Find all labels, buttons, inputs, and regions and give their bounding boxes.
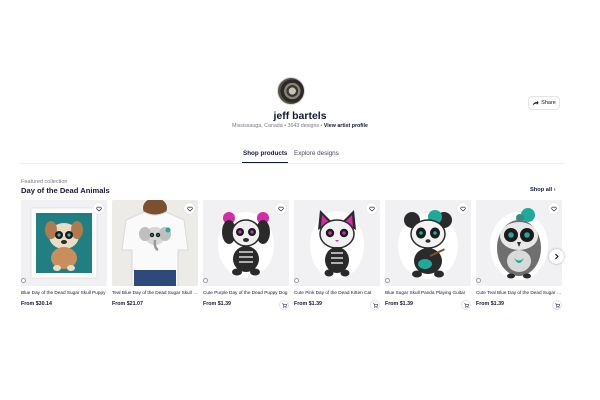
product-price: From $30.14 [21,301,52,307]
cart-icon [372,302,378,308]
product-price: From $1.39 [203,301,231,307]
share-icon [532,100,539,106]
sticker-owl-image [476,200,562,286]
t-shirt-elephant-image [112,200,198,286]
cart-icon [281,302,287,308]
favorite-button[interactable] [366,203,377,214]
tab-shop-products[interactable]: Shop products [242,150,289,163]
add-to-cart-button[interactable] [279,300,289,310]
artist-name: jeff bartels [273,110,327,122]
color-option-dot[interactable] [21,278,26,283]
product-card[interactable]: Cute Purple Day of the Dead Puppy Dog Fr… [203,200,289,313]
add-to-cart-button[interactable] [552,300,562,310]
sticker-kitten-image [294,200,380,286]
chevron-right-icon: › [553,187,556,193]
product-price: From $1.39 [294,301,322,307]
shop-all-link[interactable]: Shop all › [530,187,556,193]
collection-label: Featured collection [21,179,68,185]
heart-icon [368,206,375,212]
add-to-cart-button[interactable] [461,300,471,310]
shop-all-label: Shop all [530,187,553,193]
product-image[interactable] [476,200,562,286]
product-title[interactable]: Blue Sugar Skull Panda Playing Guitar [385,290,471,295]
product-price: From $21.07 [112,301,143,307]
product-image[interactable] [294,200,380,286]
heart-icon [550,206,557,212]
color-option-dot[interactable] [203,278,208,283]
favorite-button[interactable] [184,203,195,214]
product-card[interactable]: Blue Day of the Dead Sugar Skull Puppy F… [21,200,107,313]
cart-icon [463,302,469,308]
chevron-right-icon [555,253,559,260]
product-title[interactable]: Teal Blue Day of the Dead Sugar Skull El… [112,290,198,295]
artist-meta: Mississauga, Canada • 3643 designs • Vie… [0,123,600,129]
favorite-button[interactable] [275,203,286,214]
heart-icon [95,206,102,212]
product-image[interactable] [203,200,289,286]
meta-separator: • [284,123,287,129]
artist-avatar[interactable] [277,77,305,105]
color-option-dot[interactable] [294,278,299,283]
sticker-panda-image [385,200,471,286]
share-button[interactable]: Share [528,96,560,110]
heart-icon [186,206,193,212]
product-image[interactable] [21,200,107,286]
favorite-button[interactable] [93,203,104,214]
collection-title: Day of the Dead Animals [21,186,110,195]
product-price: From $1.39 [476,301,504,307]
cart-icon [554,302,560,308]
product-title[interactable]: Cute Teal Blue Day of the Dead Sugar Sku… [476,290,562,295]
tab-explore-designs[interactable]: Explore designs [294,150,339,163]
heart-icon [277,206,284,212]
heart-icon [459,206,466,212]
tab-bar: Shop products Explore designs [0,150,600,164]
product-image[interactable] [112,200,198,286]
favorite-button[interactable] [548,203,559,214]
product-title[interactable]: Blue Day of the Dead Sugar Skull Puppy [21,290,107,295]
add-to-cart-button[interactable] [370,300,380,310]
framed-print-puppy-image [21,200,107,286]
product-title[interactable]: Cute Pink Day of the Dead Kitten Cat [294,290,380,295]
artist-location: Mississauga, Canada [232,123,283,129]
view-artist-profile-link[interactable]: View artist profile [324,123,368,129]
meta-separator: • [320,123,323,129]
color-option-dot[interactable] [385,278,390,283]
product-title[interactable]: Cute Purple Day of the Dead Puppy Dog [203,290,289,295]
artist-design-count: 3643 designs [287,123,320,129]
product-card[interactable]: Blue Sugar Skull Panda Playing Guitar Fr… [385,200,471,313]
product-card[interactable]: Cute Pink Day of the Dead Kitten Cat Fro… [294,200,380,313]
color-option-dot[interactable] [476,278,481,283]
sticker-puppy-image [203,200,289,286]
product-image[interactable] [385,200,471,286]
favorite-button[interactable] [457,203,468,214]
tab-divider [20,163,564,164]
product-price: From $1.39 [385,301,413,307]
share-label: Share [541,100,556,106]
product-card[interactable]: Teal Blue Day of the Dead Sugar Skull El… [112,200,198,313]
carousel-next-button[interactable] [549,249,564,264]
